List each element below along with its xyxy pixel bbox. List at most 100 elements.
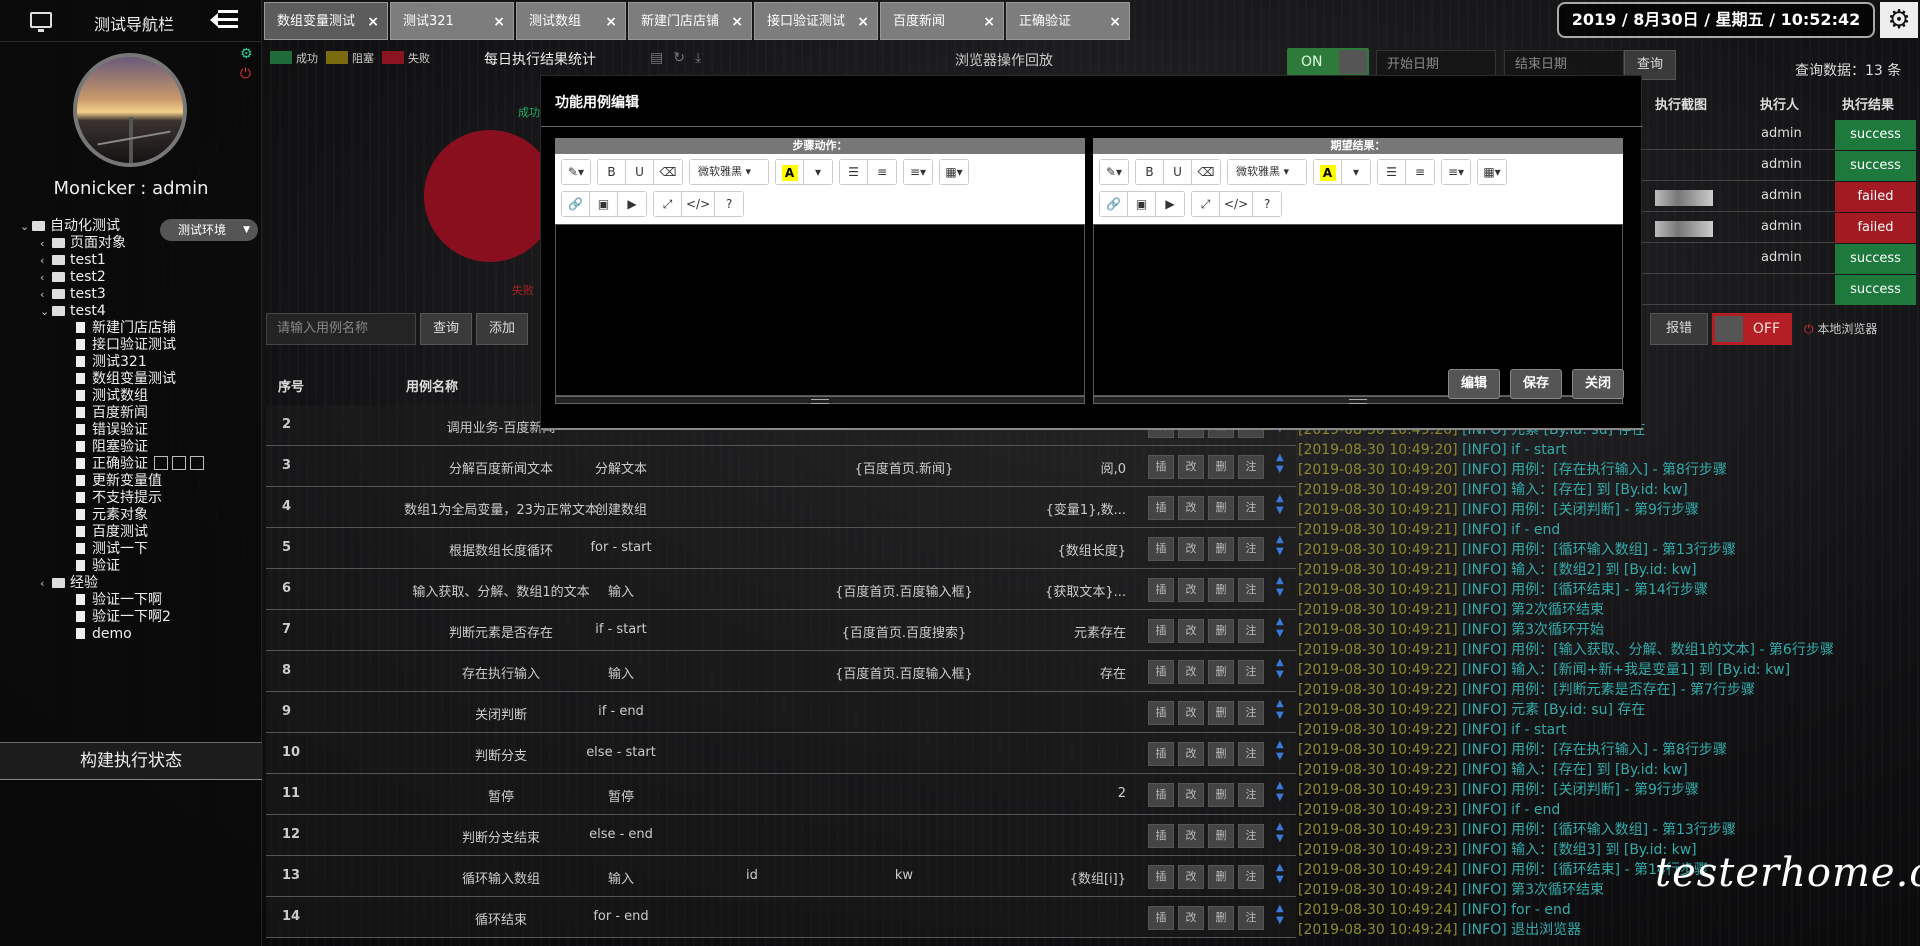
legend-item[interactable]: 成功: [270, 50, 318, 66]
move-updown-icon[interactable]: ▲ ▼: [1276, 698, 1284, 722]
video-icon[interactable]: ▶: [1156, 192, 1184, 216]
logout-power-icon[interactable]: ⏻: [240, 66, 251, 82]
align-icon[interactable]: ≡▾: [904, 160, 932, 184]
op-button[interactable]: 删: [1208, 906, 1234, 930]
op-button[interactable]: 插: [1148, 496, 1174, 520]
table-row[interactable]: 9 关闭判断 if - end 插改删注 ▲ ▼: [266, 692, 1296, 733]
add-icon[interactable]: [154, 456, 168, 470]
move-updown-icon[interactable]: ▲ ▼: [1276, 657, 1284, 681]
magic-wand-icon[interactable]: ✎▾: [1100, 160, 1128, 184]
op-button[interactable]: 插: [1148, 906, 1174, 930]
op-button[interactable]: 改: [1178, 455, 1204, 479]
op-button[interactable]: 插: [1148, 537, 1174, 561]
op-button[interactable]: 删: [1208, 660, 1234, 684]
op-button[interactable]: 删: [1208, 783, 1234, 807]
op-button[interactable]: 删: [1208, 701, 1234, 725]
op-button[interactable]: 注: [1238, 783, 1264, 807]
case-search-input[interactable]: 请输入用例名称: [266, 313, 416, 345]
screenshot-thumbnail[interactable]: [1655, 190, 1713, 206]
report-error-button[interactable]: 报错: [1650, 313, 1708, 345]
close-icon[interactable]: ×: [983, 3, 995, 41]
table-row[interactable]: 12 判断分支结束 else - end 插改删注 ▲ ▼: [266, 815, 1296, 856]
font-family-select[interactable]: 微软雅黑 ▾: [690, 160, 768, 184]
op-button[interactable]: 插: [1148, 578, 1174, 602]
op-button[interactable]: 插: [1148, 783, 1174, 807]
op-button[interactable]: 注: [1238, 496, 1264, 520]
move-updown-icon[interactable]: ▲ ▼: [1276, 780, 1284, 804]
table-row[interactable]: 8 存在执行输入 输入 {百度首页.百度输入框} 存在插改删注 ▲ ▼: [266, 651, 1296, 692]
table-row[interactable]: 13 循环输入数组 输入 id kw {数组[i]} 插改删注 ▲ ▼: [266, 856, 1296, 897]
op-button[interactable]: 注: [1238, 865, 1264, 889]
op-button[interactable]: 改: [1178, 783, 1204, 807]
link-icon[interactable]: 🔗: [562, 192, 590, 216]
op-button[interactable]: 删: [1208, 578, 1234, 602]
op-button[interactable]: 插: [1148, 619, 1174, 643]
tree-case[interactable]: demo: [76, 624, 132, 644]
op-button[interactable]: 插: [1148, 742, 1174, 766]
underline-icon[interactable]: U: [626, 160, 654, 184]
tab-1[interactable]: 测试321 ×: [390, 2, 514, 40]
table-row[interactable]: 4 数组1为全局变量，23为正常文本 创建数组 {变量1},数... 插改删注 ▲ ▼: [266, 487, 1296, 528]
tab-2[interactable]: 测试数组 ×: [516, 2, 626, 40]
op-button[interactable]: 注: [1238, 742, 1264, 766]
ordered-list-icon[interactable]: ≡: [868, 160, 896, 184]
delete-icon[interactable]: [190, 456, 204, 470]
table-row[interactable]: 5 根据数组长度循环 for - start {数组长度} 插改删注 ▲ ▼: [266, 528, 1296, 569]
table-row[interactable]: 7 判断元素是否存在 if - start {百度首页.百度搜索} 元素存在插改删注 ▲ …: [266, 610, 1296, 651]
video-icon[interactable]: ▶: [618, 192, 646, 216]
bold-icon[interactable]: B: [1136, 160, 1164, 184]
move-updown-icon[interactable]: ▲ ▼: [1276, 493, 1284, 517]
close-icon[interactable]: ×: [605, 3, 617, 41]
table-row[interactable]: 6 输入获取、分解、数组1的文本 输入 {百度首页.百度输入框} {获取文本}... 插改…: [266, 569, 1296, 610]
close-icon[interactable]: ×: [1109, 3, 1121, 41]
op-button[interactable]: 改: [1178, 578, 1204, 602]
tab-6[interactable]: 正确验证 ×: [1006, 2, 1130, 40]
underline-icon[interactable]: U: [1164, 160, 1192, 184]
chevron-down-icon[interactable]: ▾: [804, 160, 832, 184]
op-button[interactable]: 改: [1178, 660, 1204, 684]
step-action-textarea[interactable]: [555, 224, 1085, 396]
op-button[interactable]: 注: [1238, 537, 1264, 561]
ordered-list-icon[interactable]: ≡: [1406, 160, 1434, 184]
op-button[interactable]: 插: [1148, 660, 1174, 684]
code-view-icon[interactable]: </>: [1220, 192, 1254, 216]
help-icon[interactable]: ?: [1253, 192, 1282, 216]
move-updown-icon[interactable]: ▲ ▼: [1276, 534, 1284, 558]
eraser-icon[interactable]: ⌫: [1192, 160, 1220, 184]
edit-icon[interactable]: [172, 456, 186, 470]
tab-4[interactable]: 接口验证测试 ×: [754, 2, 878, 40]
op-button[interactable]: 删: [1208, 619, 1234, 643]
op-button[interactable]: 删: [1208, 537, 1234, 561]
playback-toggle[interactable]: ON: [1287, 48, 1369, 76]
close-icon[interactable]: ×: [731, 3, 743, 41]
op-button[interactable]: 改: [1178, 619, 1204, 643]
tab-5[interactable]: 百度新闻 ×: [880, 2, 1004, 40]
op-button[interactable]: 注: [1238, 701, 1264, 725]
bold-icon[interactable]: B: [598, 160, 626, 184]
move-updown-icon[interactable]: ▲ ▼: [1276, 862, 1284, 886]
tab-3[interactable]: 新建门店店铺 ×: [628, 2, 752, 40]
table-row[interactable]: 3 分解百度新闻文本 分解文本 {百度首页.新闻} 阅,0 插改删注 ▲ ▼: [266, 446, 1296, 487]
move-updown-icon[interactable]: ▲ ▼: [1276, 575, 1284, 599]
op-button[interactable]: 插: [1148, 455, 1174, 479]
table-row[interactable]: 11 暂停 暂停 2 插改删注 ▲ ▼: [266, 774, 1296, 815]
eraser-icon[interactable]: ⌫: [654, 160, 682, 184]
move-updown-icon[interactable]: ▲ ▼: [1276, 739, 1284, 763]
op-button[interactable]: 改: [1178, 906, 1204, 930]
move-updown-icon[interactable]: ▲ ▼: [1276, 821, 1284, 845]
close-icon[interactable]: ×: [857, 3, 869, 41]
op-button[interactable]: 注: [1238, 578, 1264, 602]
op-button[interactable]: 改: [1178, 824, 1204, 848]
resize-handle[interactable]: [555, 396, 1085, 404]
op-button[interactable]: 删: [1208, 496, 1234, 520]
op-button[interactable]: 插: [1148, 701, 1174, 725]
move-updown-icon[interactable]: ▲ ▼: [1276, 903, 1284, 927]
chevron-left-icon[interactable]: ‹: [40, 574, 52, 594]
op-button[interactable]: 插: [1148, 824, 1174, 848]
collapse-menu-icon[interactable]: [210, 10, 238, 30]
help-icon[interactable]: ?: [715, 192, 744, 216]
monitor-icon[interactable]: [30, 12, 52, 32]
modal-edit-button[interactable]: 编辑: [1448, 369, 1500, 399]
op-button[interactable]: 删: [1208, 455, 1234, 479]
table-icon[interactable]: ▦▾: [940, 160, 968, 184]
